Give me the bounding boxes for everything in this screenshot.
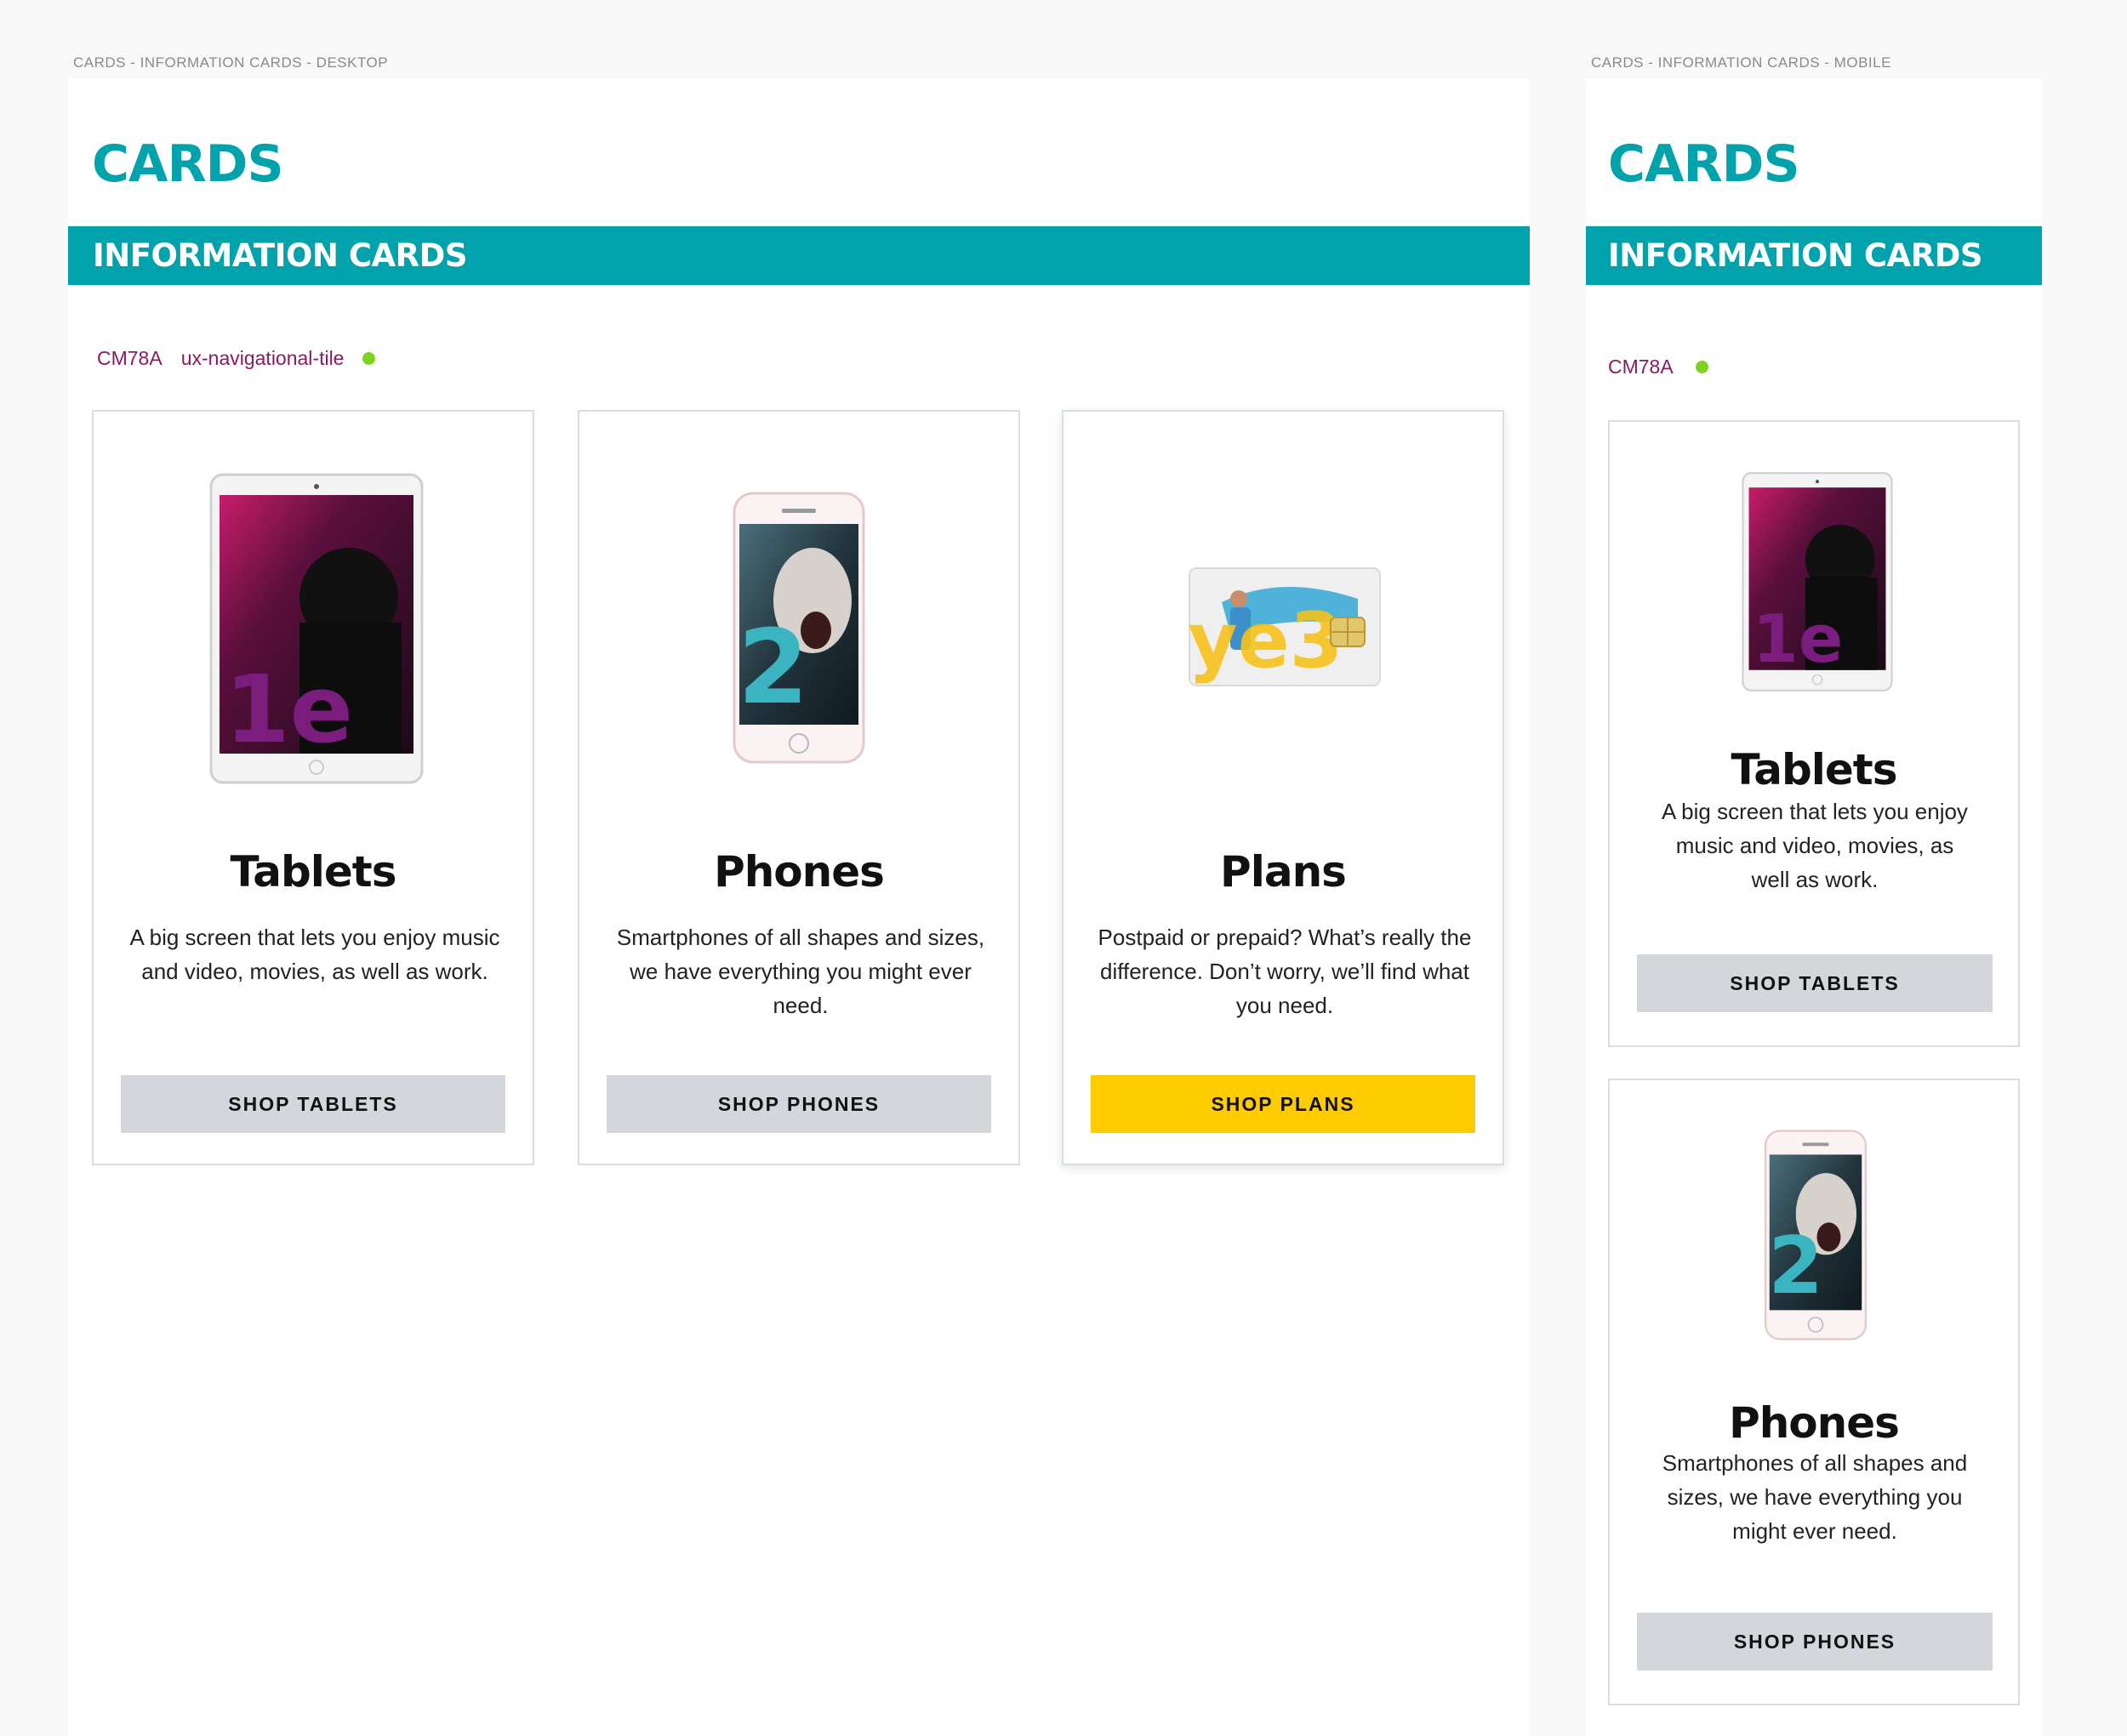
info-card-phones: 2 Phones Smartphones of all shapes and s… xyxy=(1608,1079,2020,1705)
svg-text:2: 2 xyxy=(1768,1220,1823,1312)
card-title: Phones xyxy=(1729,1398,1900,1448)
component-name: ux-navigational-tile xyxy=(180,347,345,369)
shop-phones-button[interactable]: SHOP PHONES xyxy=(607,1075,991,1133)
card-description: A big screen that lets you enjoy music a… xyxy=(129,925,500,984)
card-title: Phones xyxy=(714,847,885,896)
status-dot xyxy=(362,352,376,365)
card-description: A big screen that lets you enjoy music a… xyxy=(1662,799,1968,892)
card-title: Tablets xyxy=(1731,745,1898,794)
shop-tablets-button[interactable]: SHOP TABLETS xyxy=(1637,954,1993,1012)
info-card-tablets: 1e Tablets A big screen that lets you en… xyxy=(1608,420,2020,1047)
phone-image: 2 xyxy=(733,492,865,764)
card-title: Tablets xyxy=(230,847,397,896)
page-title: CARDS xyxy=(1608,134,1800,194)
desktop-artboard: CARDS INFORMATION CARDS CM78A ux-navigat… xyxy=(68,78,1530,1736)
component-code: CM78A xyxy=(97,347,163,369)
desktop-artboard-label: CARDS - INFORMATION CARDS - DESKTOP xyxy=(73,54,389,71)
info-card-plans: ye3 Plans Postpaid or prepaid? What’s re… xyxy=(1062,410,1504,1165)
status-dot xyxy=(1695,361,1708,373)
info-card-tablets: 1e Tablets A big screen that lets you en… xyxy=(92,410,534,1165)
section-banner: INFORMATION CARDS xyxy=(68,226,1530,285)
mobile-artboard-label: CARDS - INFORMATION CARDS - MOBILE xyxy=(1591,54,1891,71)
svg-text:1e: 1e xyxy=(1753,601,1844,678)
mobile-artboard: CARDS INFORMATION CARDS CM78A 1e Tablets… xyxy=(1586,78,2042,1736)
shop-tablets-button[interactable]: SHOP TABLETS xyxy=(121,1075,505,1133)
tablet-image: 1e xyxy=(209,473,424,784)
svg-text:2: 2 xyxy=(738,609,809,727)
svg-text:ye3: ye3 xyxy=(1188,596,1343,686)
component-meta: CM78A ux-navigational-tile xyxy=(97,347,376,370)
phone-image: 2 xyxy=(1764,1130,1868,1340)
component-code: CM78A xyxy=(1608,356,1674,378)
page-title: CARDS xyxy=(92,134,284,194)
component-meta: CM78A xyxy=(1608,356,1708,379)
tablet-image: 1e xyxy=(1742,472,1893,692)
info-card-phones: 2 Phones Smartphones of all shapes and s… xyxy=(578,410,1020,1165)
card-description: Smartphones of all shapes and sizes, we … xyxy=(1662,1450,1968,1544)
sim-card-image: ye3 xyxy=(1188,567,1381,686)
section-banner: INFORMATION CARDS xyxy=(1586,226,2042,285)
shop-plans-button[interactable]: SHOP PLANS xyxy=(1091,1075,1475,1133)
shop-phones-button[interactable]: SHOP PHONES xyxy=(1637,1613,1993,1671)
svg-text:1e: 1e xyxy=(225,655,353,764)
card-title: Plans xyxy=(1220,847,1347,896)
card-description: Postpaid or prepaid? What’s really the d… xyxy=(1098,925,1472,1018)
card-description: Smartphones of all shapes and sizes, we … xyxy=(616,925,985,1018)
